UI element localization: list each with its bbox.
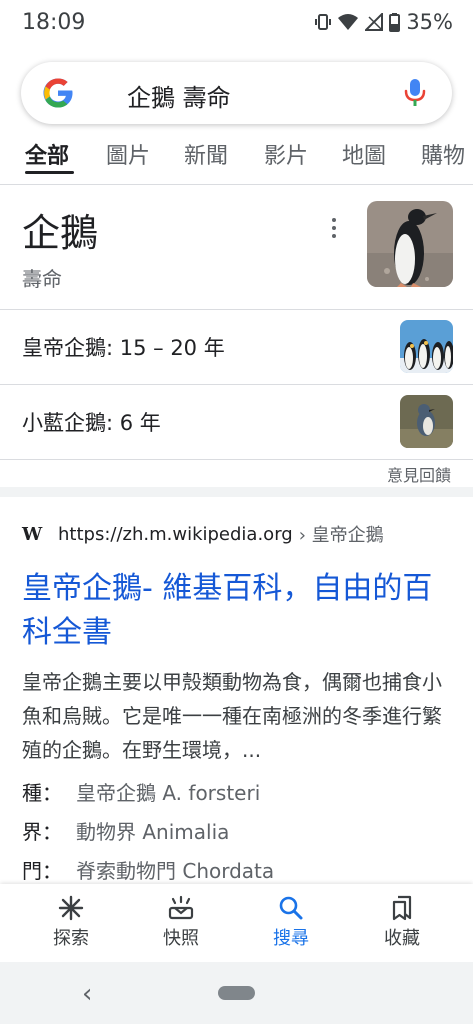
tab-videos[interactable]: 影片	[264, 138, 308, 170]
penguin-thumbnail[interactable]	[367, 201, 453, 287]
tab-shopping[interactable]: 購物	[421, 138, 465, 170]
asterisk-icon	[31, 894, 111, 922]
result-url: https://zh.m.wikipedia.org	[58, 523, 293, 545]
fact-value-species[interactable]: 皇帝企鵝 A. forsteri	[76, 777, 260, 806]
section-separator	[0, 487, 473, 497]
nav-collections[interactable]: 收藏	[362, 894, 442, 950]
feedback-link[interactable]: 意見回饋	[387, 462, 451, 486]
little-blue-penguin-thumbnail	[400, 395, 453, 448]
wifi-icon	[338, 14, 359, 30]
battery-icon	[389, 12, 401, 32]
vibrate-icon	[315, 14, 332, 30]
signal-icon	[365, 13, 384, 31]
nav-label: 快照	[163, 928, 199, 949]
list-item-label: 小藍企鵝: 6 年	[22, 411, 161, 435]
status-icons: 35%	[315, 10, 453, 34]
fact-key-species: 種：	[22, 781, 62, 805]
result-snippet: 皇帝企鵝主要以甲殼類動物為食，偶爾也捕食小魚和烏賊。它是唯一一種在南極洲的冬季進…	[22, 670, 442, 762]
battery-percent: 35%	[406, 10, 453, 34]
result-source[interactable]: W https://zh.m.wikipedia.org › 皇帝企鵝	[22, 521, 384, 547]
fact-key-kingdom: 界：	[22, 820, 62, 844]
home-pill[interactable]	[218, 986, 255, 1000]
tab-maps[interactable]: 地圖	[342, 138, 386, 170]
tab-news[interactable]: 新聞	[184, 138, 228, 170]
list-item[interactable]: 皇帝企鵝: 15 – 20 年	[0, 310, 473, 384]
more-options-icon[interactable]	[326, 216, 342, 240]
result-title-link[interactable]: 皇帝企鵝- 維基百科，自由的百科全書	[22, 567, 452, 655]
search-icon	[251, 894, 331, 922]
result-breadcrumb: › 皇帝企鵝	[298, 525, 384, 546]
nav-label: 收藏	[384, 928, 420, 949]
status-time: 18:09	[22, 10, 86, 35]
nav-label: 搜尋	[273, 928, 309, 949]
google-logo-icon[interactable]	[41, 76, 75, 110]
microphone-icon[interactable]	[404, 78, 426, 108]
system-navigation-bar: ‹	[0, 962, 473, 1024]
nav-discover[interactable]: 探索	[31, 894, 111, 950]
bookmarks-icon	[362, 894, 442, 922]
emperor-penguin-thumbnail	[400, 320, 453, 373]
fact-value-phylum[interactable]: 脊索動物門 Chordata	[76, 855, 274, 884]
fact-value-kingdom[interactable]: 動物界 Animalia	[76, 816, 229, 845]
nav-search[interactable]: 搜尋	[251, 894, 331, 950]
nav-snapshot[interactable]: 快照	[141, 894, 221, 950]
back-icon[interactable]: ‹	[82, 979, 92, 1009]
tab-images[interactable]: 圖片	[106, 138, 150, 170]
nav-label: 探索	[53, 928, 89, 949]
search-bar[interactable]: 企鵝 壽命	[21, 62, 452, 124]
divider	[0, 459, 473, 460]
tab-all[interactable]: 全部	[25, 138, 69, 170]
status-bar: 18:09 35%	[0, 0, 473, 48]
fact-key-phylum: 門：	[22, 859, 62, 883]
wikipedia-icon: W	[22, 523, 43, 545]
list-item[interactable]: 小藍企鵝: 6 年	[0, 385, 473, 459]
bottom-navigation: 探索 快照 搜尋 收藏	[0, 884, 473, 962]
divider	[0, 184, 473, 185]
snapshot-icon	[141, 894, 221, 922]
search-input[interactable]: 企鵝 壽命	[127, 78, 231, 113]
list-item-label: 皇帝企鵝: 15 – 20 年	[22, 336, 225, 360]
active-tab-indicator	[25, 171, 74, 174]
knowledge-title: 企鵝	[22, 211, 99, 255]
knowledge-subtitle: 壽命	[22, 267, 62, 291]
